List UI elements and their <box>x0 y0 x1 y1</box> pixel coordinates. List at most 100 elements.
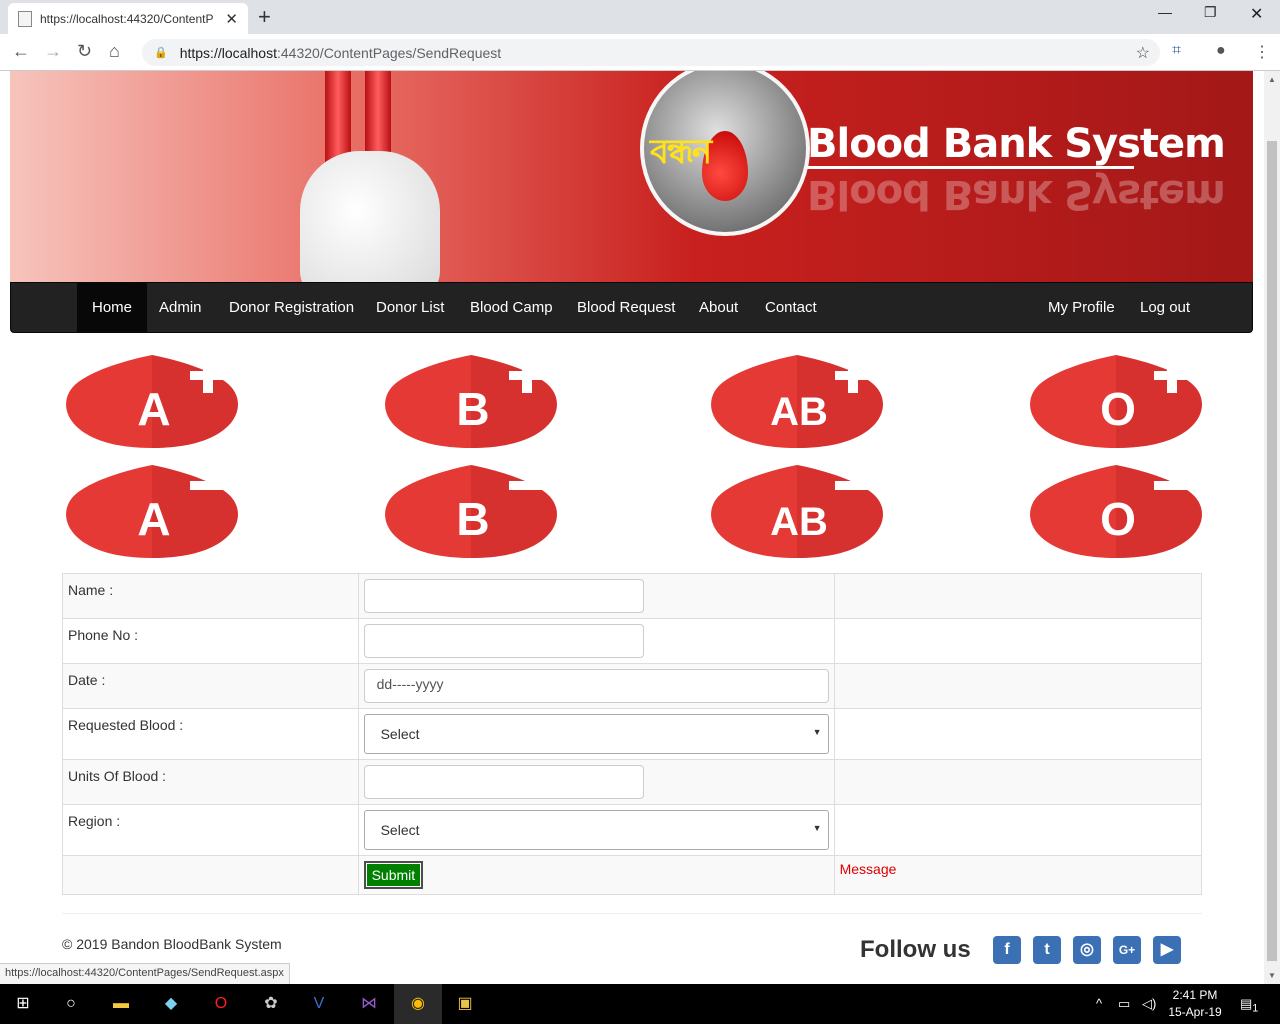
home-icon[interactable]: ⌂ <box>109 41 120 62</box>
brand-reflection: Blood Bank System <box>807 171 1225 217</box>
nav-about[interactable]: About <box>684 283 753 332</box>
name-input[interactable] <box>363 579 644 613</box>
windows-taskbar: ⊞ ○ ▬ ◆ O ✿ V ⋈ ◉ ▣ ^ ▭ ◁) 2:41 PM 15-Ap… <box>0 984 1280 1024</box>
search-icon[interactable]: ○ <box>58 991 84 1017</box>
visual-studio-icon[interactable]: ⋈ <box>356 991 382 1017</box>
blood-group-icon[interactable]: B <box>381 353 561 453</box>
close-window-icon[interactable]: ✕ <box>1250 4 1263 24</box>
taskbar-clock[interactable]: 2:41 PM 15-Apr-19 <box>1160 987 1230 1021</box>
blood-group-icon[interactable]: AB <box>707 463 887 563</box>
dropdown-arrow-icon: ▼ <box>812 727 822 737</box>
app-icon[interactable]: ◆ <box>158 991 184 1017</box>
facebook-icon[interactable]: f <box>993 936 1021 964</box>
blood-group-icon[interactable]: AB <box>707 353 887 453</box>
page-scrollbar[interactable]: ▲ ▼ <box>1264 71 1280 984</box>
notification-count: 1 <box>1252 1002 1259 1015</box>
url-path: :44320/ContentPages/SendRequest <box>276 44 502 61</box>
page-viewport: বন্ধন Blood Bank System Blood Bank Syste… <box>0 71 1264 984</box>
blood-group-icon[interactable]: A <box>62 353 242 453</box>
nav-my-profile[interactable]: My Profile <box>1033 283 1130 332</box>
new-tab-icon[interactable]: + <box>258 4 271 30</box>
nav-donor-list[interactable]: Donor List <box>361 283 459 332</box>
copyright-text: © 2019 Bandon BloodBank System <box>62 936 282 952</box>
nav-home[interactable]: Home <box>77 283 148 332</box>
opera-icon[interactable]: O <box>208 991 234 1017</box>
url-input[interactable]: 🔒 https://localhost:44320/ContentPages/S… <box>142 39 1160 66</box>
scrollbar-thumb[interactable] <box>1267 141 1277 961</box>
forward-icon[interactable]: → <box>44 41 62 62</box>
date-label: Date : <box>62 663 359 709</box>
name-label: Name : <box>62 573 359 619</box>
minus-sign-icon <box>509 481 545 490</box>
plus-sign-icon <box>848 358 858 393</box>
instagram-icon[interactable]: ◎ <box>1073 936 1101 964</box>
submit-button[interactable]: Submit <box>363 861 424 889</box>
blood-group-icon[interactable]: A <box>62 463 242 563</box>
form-row-date: Date : dd-----yyyy <box>62 663 1203 709</box>
google-plus-icon[interactable]: G+ <box>1113 936 1141 964</box>
network-icon[interactable]: ▭ <box>1118 996 1130 1012</box>
volume-icon[interactable]: ◁) <box>1142 996 1156 1012</box>
phone-input[interactable] <box>363 624 644 658</box>
form-row-blood: Requested Blood : Select ▼ <box>62 708 1203 760</box>
youtube-icon[interactable]: ▶ <box>1153 936 1181 964</box>
twitter-icon[interactable]: t <box>1033 936 1061 964</box>
visual-studio-code-icon[interactable]: V <box>306 991 332 1017</box>
nav-blood-request[interactable]: Blood Request <box>562 283 690 332</box>
nav-log-out[interactable]: Log out <box>1125 283 1205 332</box>
minus-sign-icon <box>835 481 871 490</box>
blood-group-label: B <box>456 383 489 435</box>
form-row-name: Name : <box>62 573 1203 619</box>
minus-sign-icon <box>190 481 226 490</box>
chrome-icon[interactable]: ◉ <box>405 991 431 1017</box>
footer-divider <box>62 913 1202 914</box>
nav-contact[interactable]: Contact <box>750 283 832 332</box>
close-tab-icon[interactable]: ✕ <box>225 10 238 28</box>
tab-title: https://localhost:44320/ContentP <box>40 11 214 26</box>
region-select[interactable]: Select ▼ <box>363 810 829 850</box>
blood-group-icon[interactable]: O <box>1026 463 1206 563</box>
notification-icon[interactable]: ▤1 <box>1240 996 1258 1015</box>
extension-icon[interactable]: ⌗ <box>1172 42 1181 60</box>
windows-start-icon[interactable]: ⊞ <box>10 991 36 1017</box>
reload-icon[interactable]: ↻ <box>77 41 92 62</box>
file-explorer-icon[interactable]: ▬ <box>108 991 134 1017</box>
main-navbar: Home Admin Donor Registration Donor List… <box>10 282 1253 333</box>
dropdown-arrow-icon: ▼ <box>812 823 822 833</box>
blood-group-icon[interactable]: O <box>1026 353 1206 453</box>
restore-icon[interactable]: ❐ <box>1204 4 1217 21</box>
scroll-down-icon[interactable]: ▼ <box>1268 971 1276 980</box>
brand-underline <box>807 166 1134 169</box>
requested-blood-select[interactable]: Select ▼ <box>363 714 829 754</box>
gloved-hand-image <box>300 151 440 282</box>
form-row-phone: Phone No : <box>62 618 1203 664</box>
units-label: Units Of Blood : <box>62 759 359 805</box>
app-icon[interactable]: ✿ <box>258 991 284 1017</box>
app-icon[interactable]: ▣ <box>452 991 478 1017</box>
nav-admin[interactable]: Admin <box>144 283 217 332</box>
tray-chevron-icon[interactable]: ^ <box>1096 996 1102 1011</box>
brand-title: Blood Bank System <box>807 121 1226 167</box>
lock-icon: 🔒 <box>154 47 168 59</box>
plus-sign-icon <box>1167 358 1177 393</box>
blood-group-label: AB <box>770 500 828 544</box>
account-icon[interactable]: ● <box>1216 42 1226 60</box>
nav-blood-camp[interactable]: Blood Camp <box>455 283 568 332</box>
scroll-up-icon[interactable]: ▲ <box>1268 75 1276 84</box>
blood-group-icon[interactable]: B <box>381 463 561 563</box>
minimize-icon[interactable]: — <box>1158 4 1172 20</box>
nav-donor-registration[interactable]: Donor Registration <box>214 283 369 332</box>
form-row-units: Units Of Blood : <box>62 759 1203 805</box>
bookmark-star-icon[interactable]: ☆ <box>1136 43 1150 63</box>
menu-icon[interactable]: ⋮ <box>1254 42 1270 62</box>
units-input[interactable] <box>363 765 644 799</box>
address-bar: ← → ↻ ⌂ 🔒 https://localhost:44320/Conten… <box>0 34 1280 71</box>
requested-blood-value: Select <box>380 726 420 742</box>
back-icon[interactable]: ← <box>12 41 30 62</box>
browser-tab[interactable]: https://localhost:44320/ContentP ✕ <box>8 3 248 34</box>
header-banner: বন্ধন Blood Bank System Blood Bank Syste… <box>10 71 1253 282</box>
phone-label: Phone No : <box>62 618 359 664</box>
date-input[interactable]: dd-----yyyy <box>363 669 829 703</box>
blood-group-label: A <box>137 383 170 435</box>
status-bar-url: https://localhost:44320/ContentPages/Sen… <box>0 963 290 984</box>
